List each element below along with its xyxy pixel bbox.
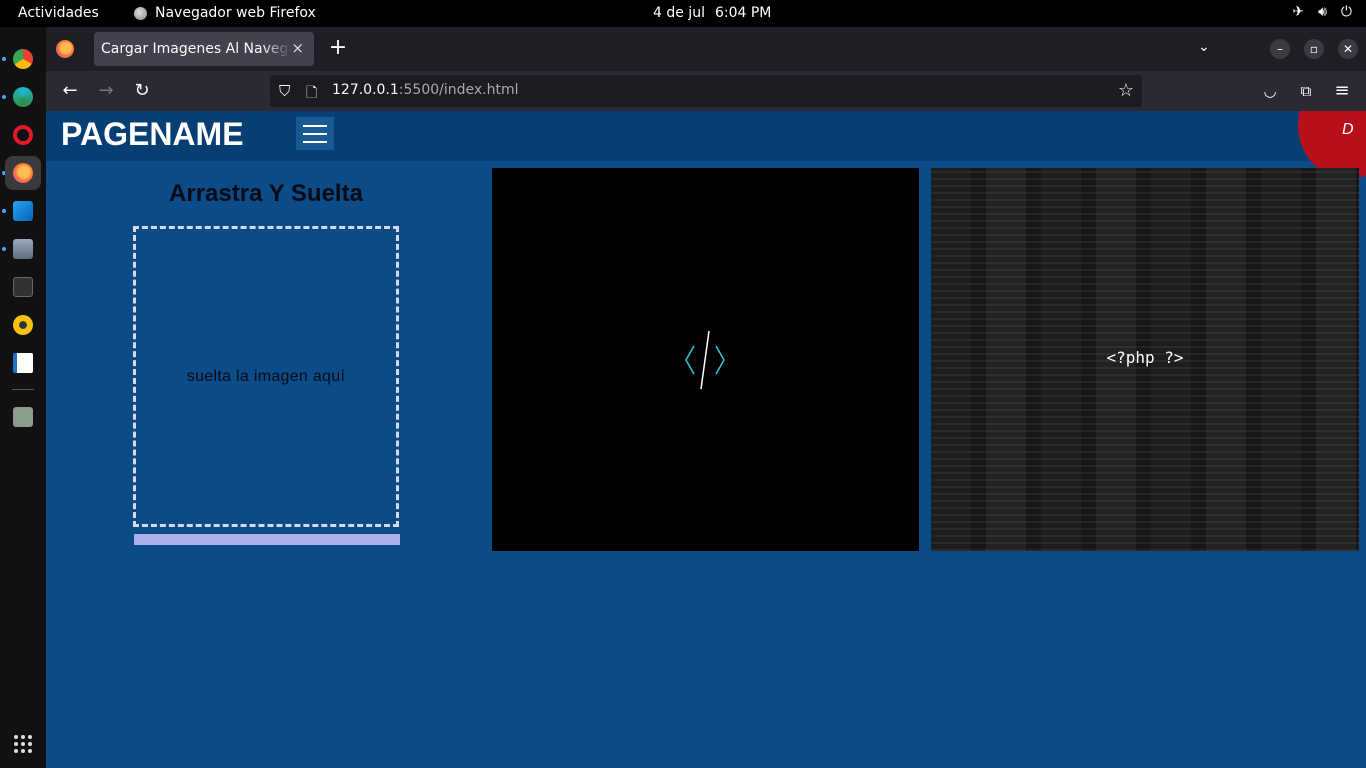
clock[interactable]: 4 de jul 6:04 PM xyxy=(653,5,771,21)
activities-button[interactable]: Actividades xyxy=(18,5,99,21)
tab-close-icon[interactable]: × xyxy=(291,39,304,57)
writer-icon xyxy=(13,353,33,373)
rhythmbox-icon xyxy=(13,315,33,335)
url-path: :5500/index.html xyxy=(398,82,519,98)
url-text[interactable]: 127.0.0.1:5500/index.html xyxy=(332,82,519,98)
show-apps-icon[interactable] xyxy=(14,735,32,753)
site-header: PAGENAME xyxy=(46,111,1366,161)
volume-icon: 🔊︎ xyxy=(1318,4,1327,20)
new-tab-button[interactable]: + xyxy=(326,35,350,61)
firefox-icon xyxy=(13,163,33,183)
code-brackets-icon xyxy=(685,330,725,390)
list-all-tabs-icon[interactable]: ⌄ xyxy=(1198,39,1210,55)
upload-progress-bar xyxy=(134,534,400,545)
hamburger-menu-button[interactable] xyxy=(296,117,334,150)
bookmark-star-icon[interactable]: ☆ xyxy=(1118,80,1134,101)
tracking-protection-icon[interactable]: ⛉ xyxy=(279,82,290,100)
pocket-icon[interactable]: ◡ xyxy=(1259,80,1281,102)
tab-title: Cargar Imagenes Al Navegador xyxy=(101,41,291,57)
image-card-code xyxy=(492,168,919,551)
tab-active[interactable]: Cargar Imagenes Al Navegador × xyxy=(94,32,314,66)
files-icon xyxy=(13,239,33,259)
date-label: 4 de jul xyxy=(653,5,705,21)
dock xyxy=(0,27,46,768)
web-page: PAGENAME D Arrastra Y Suelta suelta la i… xyxy=(46,111,1366,768)
forward-button[interactable]: → xyxy=(95,80,117,102)
system-tray[interactable]: ✈ 🔊︎ ⏻ xyxy=(1292,4,1352,20)
page-info-icon[interactable]: 🗋 xyxy=(306,82,317,106)
dock-firefox[interactable] xyxy=(5,156,41,190)
dock-chrome[interactable] xyxy=(5,42,41,76)
dock-edge-dev[interactable] xyxy=(5,80,41,114)
maximize-button[interactable]: ▫ xyxy=(1304,39,1324,59)
airplane-icon: ✈ xyxy=(1292,4,1305,20)
firefox-view-icon[interactable] xyxy=(56,40,74,58)
menu-icon[interactable]: ≡ xyxy=(1331,80,1353,102)
firefox-window: Cargar Imagenes Al Navegador × + ⌄ – ▫ ✕… xyxy=(46,27,1366,768)
dock-files[interactable] xyxy=(5,232,41,266)
power-icon: ⏻ xyxy=(1340,4,1352,20)
time-label: 6:04 PM xyxy=(714,5,772,21)
close-window-button[interactable]: ✕ xyxy=(1338,39,1358,59)
minimize-button[interactable]: – xyxy=(1270,39,1290,59)
dock-opera[interactable] xyxy=(5,118,41,152)
trash-icon xyxy=(13,407,33,427)
system-top-bar: Actividades Navegador web Firefox 4 de j… xyxy=(0,0,1366,27)
opera-icon xyxy=(13,125,33,145)
tab-bar: Cargar Imagenes Al Navegador × + ⌄ – ▫ ✕ xyxy=(46,27,1366,71)
dock-separator xyxy=(12,389,34,390)
app-menu-label: Navegador web Firefox xyxy=(155,5,316,21)
firefox-app-icon xyxy=(134,6,147,20)
url-bar[interactable]: ⛉ 🗋 127.0.0.1:5500/index.html ☆ xyxy=(270,75,1142,107)
vscode-icon xyxy=(13,201,33,221)
reload-button[interactable]: ↻ xyxy=(131,80,153,102)
extensions-icon[interactable]: ⧉ xyxy=(1295,80,1317,102)
drop-hint: suelta la imagen aquí xyxy=(186,367,346,385)
dock-rhythmbox[interactable] xyxy=(5,308,41,342)
image-card-php: <?php ?> xyxy=(931,168,1359,551)
edge-dev-icon xyxy=(13,87,33,107)
app-menu[interactable]: Navegador web Firefox xyxy=(134,5,316,21)
terminal-icon xyxy=(13,277,33,297)
dock-trash[interactable] xyxy=(5,400,41,434)
back-button[interactable]: ← xyxy=(59,80,81,102)
dock-terminal[interactable] xyxy=(5,270,41,304)
navigation-toolbar: ← → ↻ ⛉ 🗋 127.0.0.1:5500/index.html ☆ ◡ … xyxy=(46,71,1366,111)
brand-logo[interactable]: PAGENAME xyxy=(61,116,244,153)
drop-zone[interactable]: suelta la imagen aquí xyxy=(133,226,399,527)
dock-writer[interactable] xyxy=(5,346,41,380)
avatar-letter: D xyxy=(1342,121,1354,138)
chrome-icon xyxy=(13,49,33,69)
php-label: <?php ?> xyxy=(1106,348,1184,367)
drop-title: Arrastra Y Suelta xyxy=(169,180,363,207)
url-host: 127.0.0.1 xyxy=(332,82,399,98)
dock-vscode[interactable] xyxy=(5,194,41,228)
